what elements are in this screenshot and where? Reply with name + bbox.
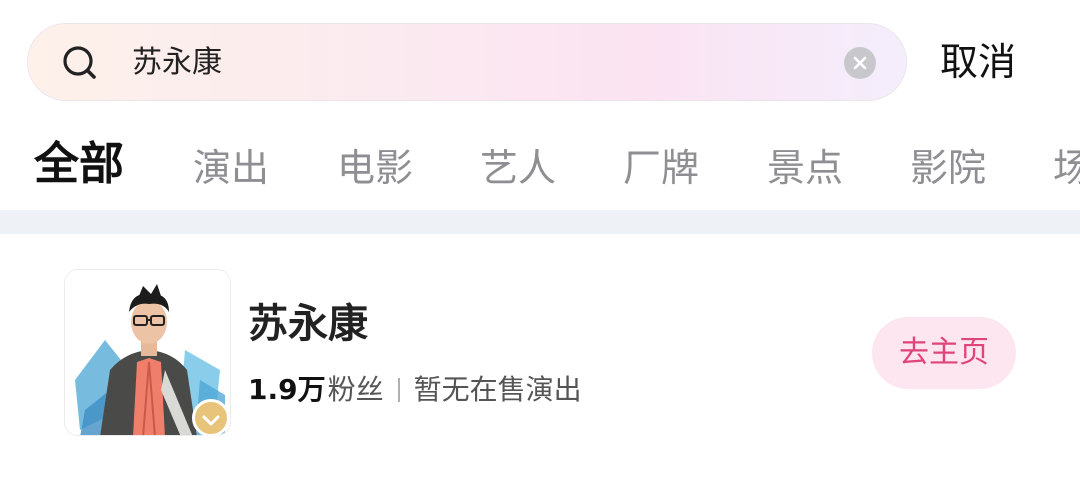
section-divider	[0, 210, 1080, 234]
search-icon	[63, 46, 96, 79]
search-header: 苏永康 取消	[0, 0, 1080, 120]
artist-result-card[interactable]: 苏永康 1.9万粉丝 暂无在售演出 去主页	[0, 234, 1080, 488]
tab-artists[interactable]: 艺人	[480, 140, 556, 196]
tab-cinemas[interactable]: 影院	[910, 140, 986, 196]
tab-venues[interactable]: 场	[1053, 140, 1080, 196]
artist-name[interactable]: 苏永康	[248, 298, 368, 350]
search-input[interactable]: 苏永康	[27, 23, 907, 101]
artist-meta: 1.9万粉丝 暂无在售演出	[248, 368, 582, 412]
go-to-homepage-button[interactable]: 去主页	[872, 317, 1016, 389]
meta-separator	[397, 378, 400, 402]
clear-icon[interactable]	[844, 47, 876, 79]
cancel-button[interactable]: 取消	[940, 36, 1016, 88]
fans-count: 1.9万	[248, 373, 326, 406]
search-query[interactable]: 苏永康	[132, 42, 222, 84]
category-tabs: 全部 演出 电影 艺人 厂牌 景点 影院 场	[0, 132, 1080, 204]
tab-labels[interactable]: 厂牌	[623, 140, 699, 196]
tab-movies[interactable]: 电影	[337, 140, 413, 196]
tab-all[interactable]: 全部	[34, 136, 124, 192]
show-status: 暂无在售演出	[413, 373, 582, 406]
fans-label: 粉丝	[327, 373, 384, 406]
tab-attractions[interactable]: 景点	[767, 140, 843, 196]
verified-badge-icon	[192, 399, 230, 437]
tab-shows[interactable]: 演出	[193, 140, 269, 196]
